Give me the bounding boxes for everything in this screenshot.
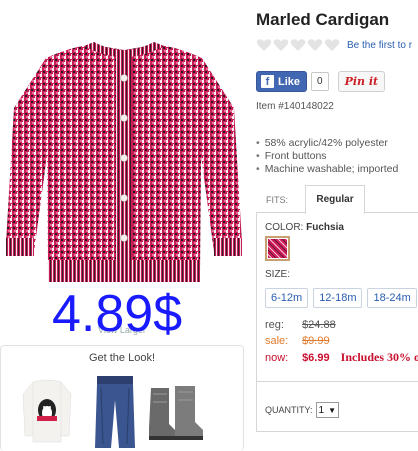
sale-price: $9.99 [302,335,330,347]
quantity-select[interactable]: 1 ▼ [315,402,339,418]
size-option-18-24m[interactable]: 18-24m [367,288,417,308]
facebook-icon: f [261,75,274,88]
fits-label: FITS: [266,195,288,205]
heart-icon[interactable] [256,38,272,52]
look-item-penguin-top[interactable] [21,376,73,451]
now-price-row: now: $6.99 Includes 30% off [265,349,418,366]
sale-price-label: sale: [265,335,289,347]
feature-list: 58% acrylic/42% polyester Front buttons … [256,137,418,176]
tab-regular[interactable]: Regular [305,185,365,214]
color-value: Fuchsia [306,222,344,233]
look-item-boots[interactable] [145,384,207,449]
size-label: SIZE: [265,269,291,280]
price-block: reg: $24.88 sale: $9.99 now: $6.99 Inclu… [265,317,418,366]
facebook-like-label: Like [278,75,301,88]
size-option-12-18m[interactable]: 12-18m [313,288,363,308]
regular-price-label: reg: [265,319,284,331]
heart-icon[interactable] [307,38,323,52]
promo-text: Includes 30% off [340,350,418,364]
feature-item: 58% acrylic/42% polyester [256,137,418,150]
price-overlay: 4.89$ [52,285,183,343]
quantity-value: 1 [318,404,325,416]
get-the-look-panel: Get the Look! [0,345,244,451]
social-row: f Like 0 Pin it [256,71,386,92]
regular-price: $24.88 [302,319,336,331]
options-panel: COLOR: Fuchsia SIZE: 6-12m 12-18m 18-24m… [256,212,418,432]
feature-item: Machine washable; imported [256,163,418,176]
heart-icon[interactable] [290,38,306,52]
item-number: Item #140148022 [256,101,334,112]
color-label-text: COLOR: [265,222,304,233]
regular-price-row: reg: $24.88 [265,317,418,333]
write-review-link[interactable]: Be the first to r [347,40,412,51]
chevron-down-icon: ▼ [328,405,336,415]
divider [257,381,418,382]
facebook-like-button[interactable]: f Like [256,71,308,92]
look-item-jeans[interactable] [93,374,139,451]
heart-icon[interactable] [324,38,340,52]
pinterest-pin-button[interactable]: Pin it [337,71,386,92]
facebook-like-count: 0 [311,72,329,91]
heart-icon[interactable] [273,38,289,52]
sale-price-row: sale: $9.99 [265,333,418,349]
get-the-look-title: Get the Look! [88,352,156,364]
product-image[interactable] [4,38,244,290]
feature-item: Front buttons [256,150,418,163]
now-price: $6.99 [302,352,330,364]
fits-row: FITS: Regular [256,185,418,214]
rating-row: Be the first to r [256,38,412,52]
size-option-6-12m[interactable]: 6-12m [265,288,309,308]
now-price-label: now: [265,352,289,364]
color-swatch-fill [268,239,287,258]
color-label: COLOR: Fuchsia [265,222,344,233]
size-options: 6-12m 12-18m 18-24m [265,288,418,308]
color-swatch-fuchsia[interactable] [265,236,290,261]
product-title: Marled Cardigan [256,10,390,29]
quantity-row: QUANTITY: 1 ▼ [265,402,339,418]
quantity-label: QUANTITY: [265,405,313,415]
